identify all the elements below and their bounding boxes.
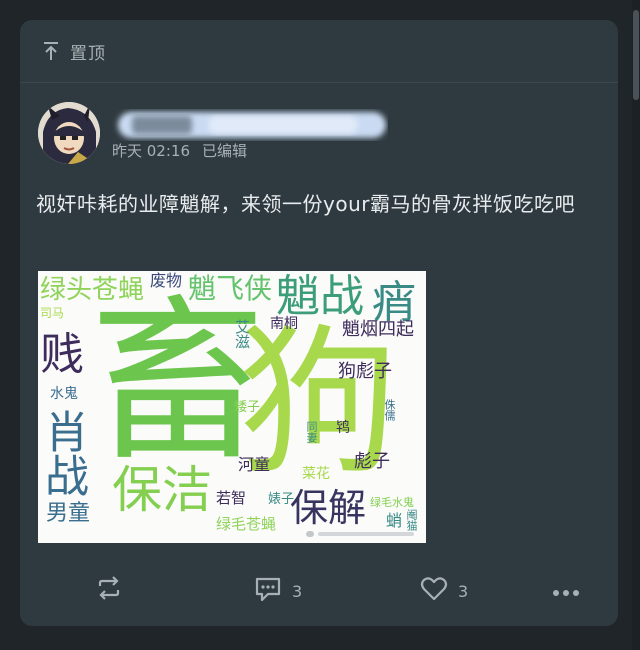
word: 绿毛苍蝇 [216, 515, 277, 533]
word: 魈战 [276, 271, 364, 322]
word: 保洁 [112, 461, 212, 519]
word: 矮子 [234, 400, 261, 415]
image-watermark [306, 529, 416, 542]
word: 肖战 [38, 409, 88, 497]
word: 保解 [290, 486, 367, 530]
post-time: 昨天 02:16 [112, 142, 190, 160]
like-count: 3 [458, 581, 469, 601]
word: 水鬼 [50, 386, 78, 402]
like-button[interactable]: 3 [420, 576, 468, 606]
word: 男童 [46, 501, 91, 526]
pinned-header: 置顶 [20, 20, 618, 83]
word: 绿头苍蝇 [40, 275, 145, 305]
pin-top-icon [42, 40, 60, 62]
word: 鸨 [336, 420, 350, 436]
word: 阉猫 [405, 509, 418, 531]
word: 若智 [216, 489, 247, 507]
word: 南桐 [270, 316, 298, 332]
page-scrollbar[interactable] [632, 0, 640, 650]
word: 彪子 [354, 451, 390, 472]
post-card: 置顶 昨天 02:16 已编辑 视奸咔耗的业障魈解，来领一份your霸马的骨灰拌… [20, 20, 618, 626]
word: 婊子 [268, 492, 295, 507]
wordcloud-image[interactable]: 畜 狗 魈战 痟 保洁 保解 肖战 贱 绿头苍蝇 魈飞侠 废物 魈烟四起 南桐 … [38, 271, 426, 543]
comment-icon [254, 576, 282, 606]
more-button[interactable] [552, 582, 580, 601]
word: 蛸 [386, 511, 403, 530]
edited-label: 已编辑 [202, 142, 248, 160]
comment-count: 3 [292, 581, 303, 601]
word: 侏儒 [383, 399, 396, 421]
scrollbar-thumb[interactable] [633, 10, 639, 100]
heart-icon [420, 576, 448, 606]
word: 同妻 [305, 421, 318, 443]
action-bar: 3 3 [20, 568, 618, 618]
word: 魈烟四起 [342, 319, 414, 340]
post-text: 视奸咔耗的业障魈解，来领一份your霸马的骨灰拌饭吃吃吧 [36, 192, 575, 216]
user-avatar[interactable] [38, 102, 100, 164]
repost-button[interactable] [96, 576, 122, 604]
repost-icon [96, 576, 122, 604]
word: 绿毛水鬼 [370, 496, 414, 509]
more-icon [552, 582, 580, 601]
word: 狗彪子 [338, 361, 392, 382]
word: 司马 [40, 306, 65, 320]
word: 魈飞侠 [188, 272, 273, 305]
word: 河童 [238, 455, 271, 474]
word: 艾滋 [233, 319, 251, 349]
word: 菜花 [302, 466, 330, 482]
word: 贱 [40, 329, 84, 380]
post-meta: 昨天 02:16 已编辑 [112, 140, 247, 161]
pinned-label: 置顶 [70, 43, 106, 64]
comment-button[interactable]: 3 [254, 576, 302, 606]
word: 废物 [150, 271, 183, 290]
